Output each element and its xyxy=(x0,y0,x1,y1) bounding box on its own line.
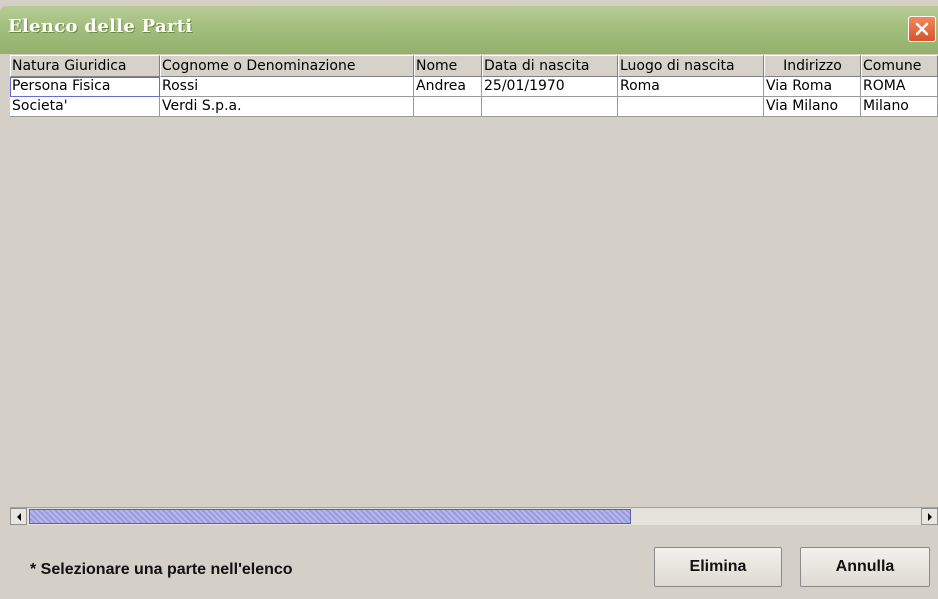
table-cell[interactable]: Verdi S.p.a. xyxy=(160,97,414,117)
column-header-luogo-nascita[interactable]: Luogo di nascita xyxy=(618,55,764,77)
table-row[interactable]: Societa' Verdi S.p.a. Via Milano Milano xyxy=(10,97,938,117)
table-cell[interactable] xyxy=(618,97,764,117)
close-button[interactable] xyxy=(908,16,936,42)
table-cell[interactable]: Persona Fisica xyxy=(10,77,160,97)
column-header-natura-giuridica[interactable]: Natura Giuridica xyxy=(10,55,160,77)
table-cell[interactable]: Roma xyxy=(618,77,764,97)
table-cell[interactable]: Via Milano xyxy=(764,97,861,117)
scrollbar-thumb[interactable] xyxy=(29,509,631,524)
arrow-left-icon xyxy=(16,512,21,521)
scroll-left-button[interactable] xyxy=(10,508,27,525)
column-header-nome[interactable]: Nome xyxy=(414,55,482,77)
annulla-button[interactable]: Annulla xyxy=(800,547,930,587)
column-header-data-nascita[interactable]: Data di nascita xyxy=(482,55,618,77)
table-cell[interactable]: 25/01/1970 xyxy=(482,77,618,97)
selection-hint: * Selezionare una parte nell'elenco xyxy=(30,561,293,578)
table-cell[interactable] xyxy=(414,97,482,117)
title-bar[interactable]: Elenco delle Parti xyxy=(0,6,938,54)
table-cell[interactable]: Milano xyxy=(861,97,938,117)
dialog-window: Elenco delle Parti Natura Giuridica Cogn… xyxy=(0,0,938,599)
column-header-comune[interactable]: Comune xyxy=(861,55,938,77)
arrow-right-icon xyxy=(927,512,932,521)
close-icon xyxy=(915,22,929,36)
elimina-button[interactable]: Elimina xyxy=(654,547,782,587)
scroll-right-button[interactable] xyxy=(921,508,938,525)
parties-table[interactable]: Natura Giuridica Cognome o Denominazione… xyxy=(10,55,938,504)
horizontal-scrollbar[interactable] xyxy=(10,507,938,525)
column-header-indirizzo[interactable]: Indirizzo xyxy=(764,55,861,77)
table-cell[interactable]: Andrea xyxy=(414,77,482,97)
column-header-cognome[interactable]: Cognome o Denominazione xyxy=(160,55,414,77)
table-cell[interactable] xyxy=(482,97,618,117)
table-cell[interactable]: Rossi xyxy=(160,77,414,97)
table-cell[interactable]: ROMA xyxy=(861,77,938,97)
table-cell[interactable]: Societa' xyxy=(10,97,160,117)
table-row[interactable]: Persona Fisica Rossi Andrea 25/01/1970 R… xyxy=(10,77,938,97)
table-cell[interactable]: Via Roma xyxy=(764,77,861,97)
table-header: Natura Giuridica Cognome o Denominazione… xyxy=(10,55,938,77)
window-title: Elenco delle Parti xyxy=(8,16,193,37)
